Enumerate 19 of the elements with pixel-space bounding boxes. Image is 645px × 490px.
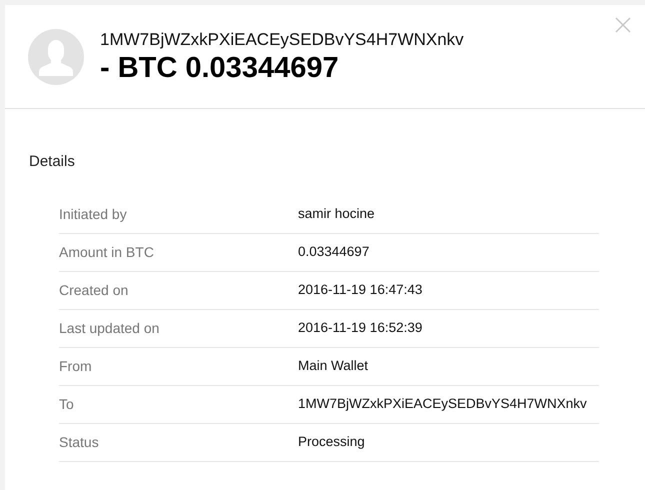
detail-label: Amount in BTC — [59, 242, 155, 262]
detail-value: 1MW7BjWZxkPXiEACEySEDBvYS4H7WNXnkv — [298, 394, 587, 413]
detail-value: Processing — [298, 432, 365, 451]
detail-label: Status — [59, 432, 100, 452]
detail-label: To — [59, 394, 75, 414]
detail-label: From — [59, 356, 93, 376]
detail-label: Initiated by — [59, 204, 128, 224]
close-button[interactable] — [615, 17, 631, 33]
avatar-icon — [28, 28, 84, 84]
transaction-amount: - BTC 0.03344697 — [100, 50, 340, 84]
wallet-address: 1MW7BjWZxkPXiEACEySEDBvYS4H7WNXnkv — [100, 28, 464, 50]
detail-value: 2016-11-19 16:52:39 — [298, 318, 422, 337]
detail-label: Last updated on — [59, 318, 160, 338]
detail-value: 2016-11-19 16:47:43 — [298, 280, 422, 299]
section-title: Details — [29, 152, 76, 172]
detail-label: Created on — [59, 280, 130, 300]
detail-value: Main Wallet — [298, 356, 368, 375]
detail-value: samir hocine — [298, 204, 375, 223]
detail-value: 0.03344697 — [298, 242, 370, 261]
